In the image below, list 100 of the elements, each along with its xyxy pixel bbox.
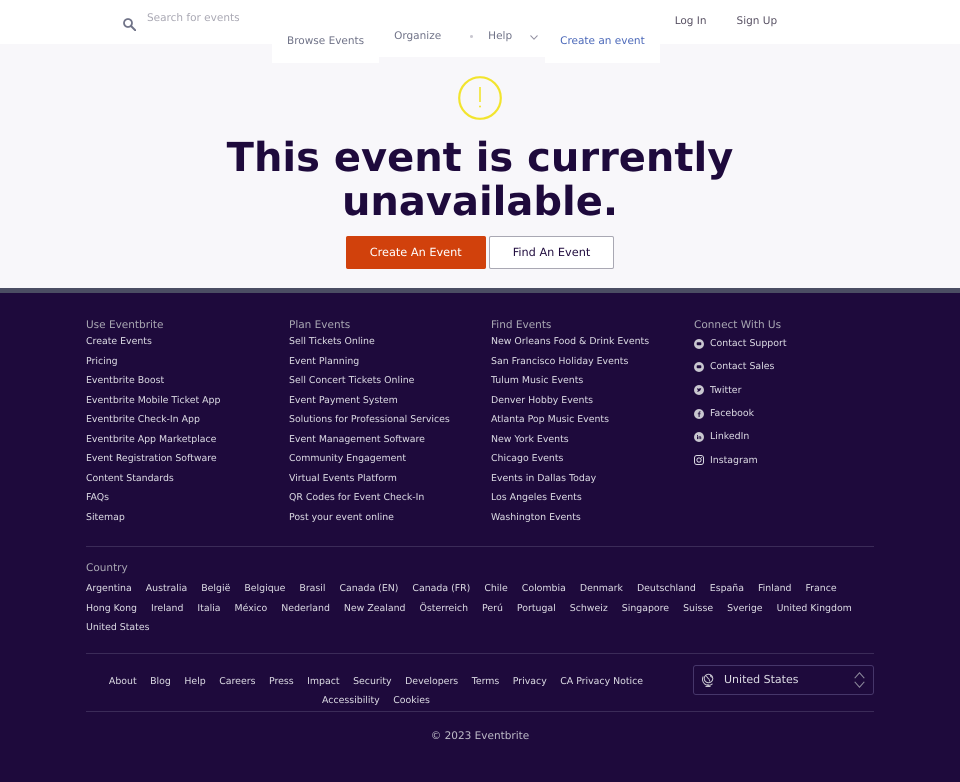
footer-link[interactable]: Event Management Software (289, 430, 425, 449)
footer-link[interactable]: Impact (307, 672, 340, 691)
twitter-icon (694, 385, 704, 396)
country-link[interactable]: United States (86, 618, 150, 638)
footer-link[interactable]: Help (184, 672, 206, 691)
footer-link[interactable]: New Orleans Food & Drink Events (491, 332, 650, 352)
footer-link[interactable]: Post your event online (289, 508, 394, 527)
footer-link[interactable]: Denver Hobby Events (491, 390, 594, 410)
footer-link[interactable]: Blog (150, 672, 171, 691)
footer-link[interactable]: Events in Dallas Today (491, 468, 596, 488)
country-select[interactable]: United States (693, 664, 874, 694)
footer-link[interactable]: CA Privacy Notice (560, 672, 644, 691)
footer-link[interactable]: Security (353, 672, 392, 691)
country-link[interactable]: België (201, 579, 230, 598)
footer-link[interactable]: Solutions for Professional Services (289, 410, 450, 430)
social-link[interactable]: Contact Sales (694, 355, 774, 379)
copyright-text: © 2023 Eventbrite (430, 728, 530, 742)
country-link[interactable]: Colombia (522, 579, 566, 598)
column-heading: Use Eventbrite (86, 318, 164, 332)
footer-link[interactable]: Los Angeles Events (491, 488, 582, 508)
footer-link[interactable]: Press (268, 672, 294, 691)
footer-link[interactable]: Chicago Events (491, 449, 564, 468)
footer-link[interactable]: Eventbrite App Marketplace (86, 430, 216, 449)
social-link[interactable]: Contact Support (694, 332, 787, 356)
footer-link[interactable]: Virtual Events Platform (289, 468, 397, 488)
footer-link[interactable]: Accessibility (322, 691, 380, 710)
auth-link[interactable]: Log In (674, 15, 707, 27)
footer-link[interactable]: Developers (405, 672, 458, 691)
country-link[interactable]: España (710, 579, 744, 598)
footer-link[interactable]: Cookies (393, 691, 430, 710)
country-link[interactable]: Belgique (244, 579, 286, 598)
country-link[interactable]: Nederland (281, 598, 330, 618)
footer-link[interactable]: Eventbrite Mobile Ticket App (86, 390, 220, 410)
footer-link[interactable]: Sitemap (86, 508, 125, 527)
footer-link[interactable]: Terms (472, 672, 500, 691)
footer-link[interactable]: Careers (219, 672, 256, 691)
country-link[interactable]: Perú (482, 598, 503, 618)
country-link[interactable]: México (234, 598, 268, 618)
footer-link[interactable]: FAQs (86, 488, 110, 508)
footer-link[interactable]: Event Planning (289, 352, 360, 371)
footer-link[interactable]: Event Payment System (289, 390, 398, 410)
country-link[interactable]: Argentina (86, 579, 132, 598)
country-link[interactable]: Ireland (150, 598, 184, 618)
footer-link[interactable]: Create Events (86, 332, 152, 352)
footer-link[interactable]: Atlanta Pop Music Events (491, 410, 609, 430)
country-link[interactable]: Österreich (420, 598, 468, 618)
footer-link[interactable]: About (108, 672, 137, 691)
column-heading: Plan Events (289, 318, 350, 332)
auth-link[interactable]: Sign Up (736, 15, 778, 27)
linkedin-icon (694, 432, 704, 442)
footer-link[interactable]: Sell Concert Tickets Online (289, 371, 414, 390)
globe-icon (702, 672, 715, 686)
country-link[interactable]: Portugal (516, 598, 556, 618)
up-down-chevron-icon (854, 672, 865, 688)
social-link[interactable]: Instagram (694, 448, 758, 472)
country-link[interactable]: Suisse (683, 598, 714, 618)
social-link[interactable]: Twitter (694, 378, 742, 402)
footer-link[interactable]: Eventbrite Check-In App (86, 410, 200, 430)
footer-link[interactable]: Sell Tickets Online (289, 332, 375, 352)
country-link[interactable]: Italia (197, 598, 221, 618)
country-link[interactable]: Schweiz (570, 598, 608, 618)
social-link[interactable]: LinkedIn (694, 425, 750, 448)
create-event-button[interactable]: Create An Event (346, 236, 486, 269)
footer-link[interactable]: San Francisco Holiday Events (491, 352, 628, 371)
footer-link[interactable]: Privacy (512, 672, 547, 691)
country-link[interactable]: Singapore (622, 598, 670, 618)
chat-icon (694, 338, 704, 349)
country-link[interactable]: France (805, 579, 837, 598)
country-link[interactable]: Brasil (299, 579, 326, 598)
footer-link[interactable]: New York Events (491, 430, 569, 449)
nav-link[interactable]: Organize (394, 30, 442, 42)
search-field[interactable]: Search for events (147, 6, 272, 30)
nav-dropdown[interactable]: Help (488, 30, 538, 42)
warning-icon (458, 76, 502, 120)
footer-link[interactable]: Event Registration Software (86, 449, 217, 468)
country-link[interactable]: Denmark (580, 579, 623, 598)
footer-link[interactable]: Pricing (86, 352, 118, 371)
footer-link[interactable]: Washington Events (491, 508, 581, 527)
country-link[interactable]: Deutschland (636, 579, 696, 598)
facebook-icon (694, 408, 704, 419)
footer-link[interactable]: Eventbrite Boost (86, 371, 164, 390)
country-link[interactable]: Chile (484, 579, 508, 598)
footer-link[interactable]: Tulum Music Events (491, 371, 584, 390)
country-link[interactable]: Finland (758, 579, 792, 598)
country-link[interactable]: Canada (FR) (412, 579, 470, 598)
instagram-icon (694, 455, 704, 466)
country-link[interactable]: Australia (146, 579, 188, 598)
footer-link[interactable]: Community Engagement (289, 449, 406, 468)
chevron-down-icon (530, 34, 538, 40)
country-link[interactable]: Canada (EN) (340, 579, 398, 598)
bullet-icon (470, 34, 474, 38)
column-heading: Find Events (491, 318, 552, 332)
country-link[interactable]: United Kingdom (776, 598, 852, 618)
footer-link[interactable]: Content Standards (86, 468, 174, 488)
country-link[interactable]: Sverige (727, 598, 763, 618)
find-event-button[interactable]: Find An Event (488, 236, 614, 269)
footer-link[interactable]: QR Codes for Event Check-In (289, 488, 424, 508)
social-link[interactable]: Facebook (694, 402, 754, 426)
country-link[interactable]: Hong Kong (86, 598, 137, 618)
country-link[interactable]: New Zealand (344, 598, 406, 618)
